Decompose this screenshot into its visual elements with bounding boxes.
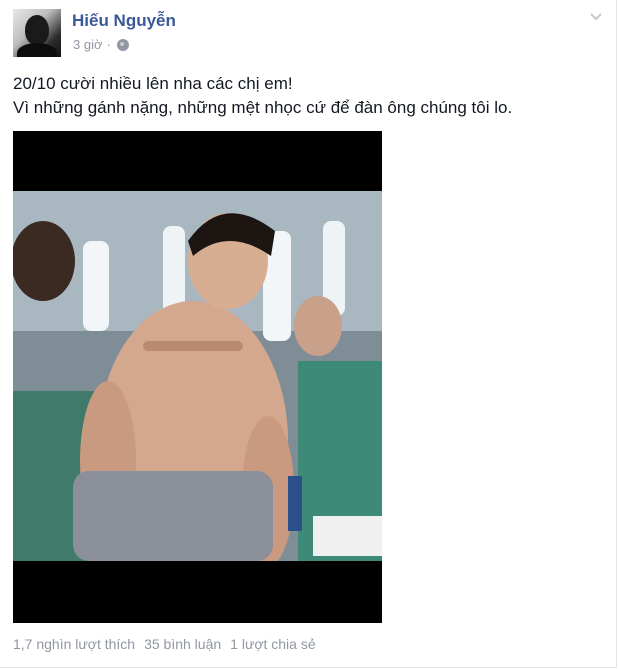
avatar-shoulder-shape: [17, 43, 57, 57]
avatar-head-shape: [25, 15, 49, 45]
post-stats: 1,7 nghìn lượt thích 35 bình luận 1 lượt…: [13, 636, 316, 652]
post-text-line-1: 20/10 cười nhiều lên nha các chị em!: [13, 74, 293, 93]
chevron-down-icon[interactable]: [588, 8, 604, 24]
post-time[interactable]: 3 giờ: [73, 37, 103, 52]
shares-count[interactable]: 1 lượt chia sẻ: [230, 636, 315, 652]
photo-illustration: [13, 131, 382, 623]
comments-count[interactable]: 35 bình luận: [144, 636, 221, 652]
likes-count[interactable]: 1,7 nghìn lượt thích: [13, 636, 135, 652]
post-text-line-2: Vì những gánh nặng, những mệt nhọc cứ để…: [13, 98, 513, 117]
post-text: 20/10 cười nhiều lên nha các chị em! Vì …: [13, 72, 603, 120]
author-name[interactable]: Hiếu Nguyễn: [72, 11, 176, 31]
author-avatar[interactable]: [13, 9, 61, 57]
globe-icon[interactable]: [116, 38, 129, 51]
post-meta: 3 giờ ·: [73, 37, 129, 52]
post-photo[interactable]: [13, 131, 382, 623]
meta-separator: ·: [106, 37, 111, 52]
post-card: Hiếu Nguyễn 3 giờ · 20/10 cười nhiều lên…: [0, 0, 617, 668]
